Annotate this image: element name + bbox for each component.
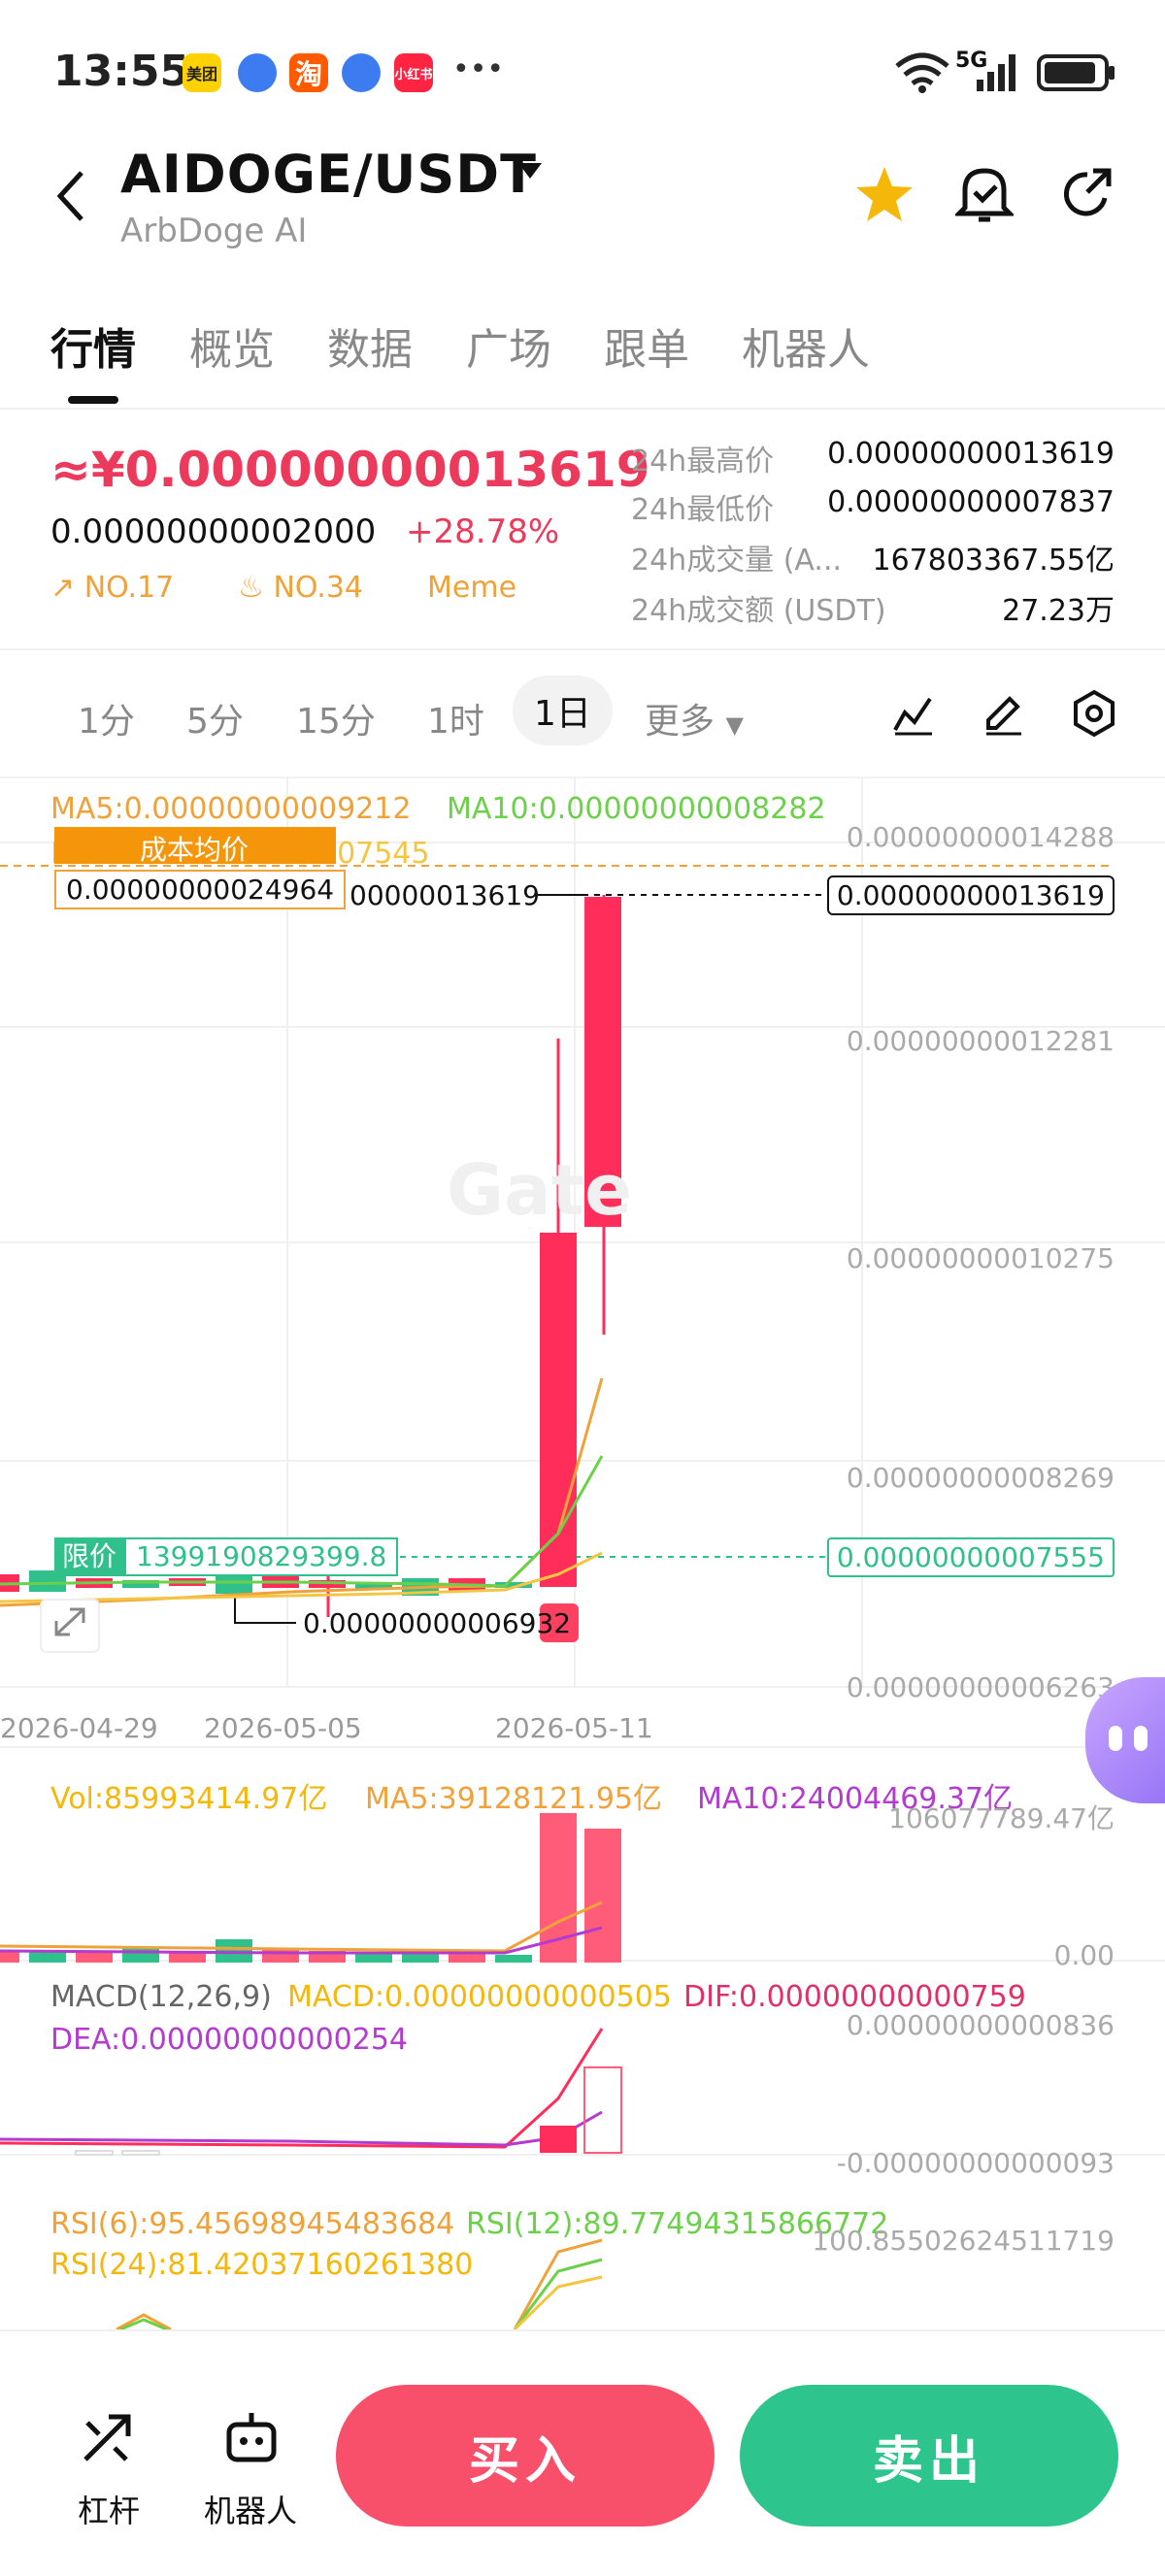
more-notifications-icon: •••	[452, 52, 505, 86]
bot-label[interactable]: 机器人	[204, 2487, 297, 2531]
wifi-icon	[895, 52, 949, 93]
limit-label: 限价	[54, 1537, 125, 1576]
draw-pencil-icon[interactable]	[981, 691, 1025, 736]
period-1m[interactable]: 1分	[78, 693, 135, 743]
sell-button[interactable]: 卖出	[740, 2385, 1118, 2526]
axis-label: 0.00000000008269	[846, 1462, 1115, 1494]
meituan-app-icon: 美团	[183, 53, 221, 92]
tab-copytrade[interactable]: 跟单	[604, 314, 689, 377]
xiaohongshu-app-icon: 小红书	[394, 53, 433, 92]
flame-icon: ♨	[238, 571, 264, 605]
vol-legend: Vol:85993414.97亿	[50, 1782, 328, 1816]
stat-low-label: 24h最低价	[631, 493, 775, 527]
macd-axis-top: 0.00000000000836	[846, 2009, 1115, 2041]
active-tab-indicator	[68, 396, 118, 404]
indicator-icon[interactable]	[891, 691, 936, 736]
stat-vol-label: 24h成交量 (A...	[631, 544, 843, 578]
pair-dropdown-icon[interactable]	[516, 161, 544, 181]
volume-bars	[0, 1813, 621, 1963]
price-last: 0.00000000002000	[50, 512, 377, 551]
bottom-action-bar: 杠杆 机器人 买入 卖出	[0, 2329, 1165, 2576]
main-tabs: 行情 概览 数据 广场 跟单 机器人	[0, 301, 1165, 410]
coin-full-name: ArbDoge AI	[120, 212, 308, 250]
stat-high-label: 24h最高价	[631, 445, 775, 479]
price-alert-icon[interactable]	[955, 163, 1014, 225]
limit-price-tag: 0.00000000007555	[826, 1537, 1115, 1577]
favorite-star-icon[interactable]	[854, 165, 915, 223]
robot-icon[interactable]	[223, 2409, 280, 2465]
pair-title[interactable]: AIDOGE/USDT	[120, 144, 537, 205]
period-more[interactable]: 更多 ▼	[645, 693, 744, 743]
rsi24-legend: RSI(24):81.42037160261380	[50, 2248, 474, 2282]
buy-button[interactable]: 买入	[336, 2385, 715, 2526]
period-1h[interactable]: 1时	[427, 693, 484, 743]
rank-trend-badge[interactable]: ↗ NO.17	[50, 571, 174, 605]
rsi-axis-top: 100.85502624511719	[812, 2225, 1115, 2257]
battery-icon	[1037, 54, 1115, 91]
axis-label: 0.00000000014288	[846, 821, 1115, 853]
candles	[0, 895, 621, 1617]
back-icon[interactable]	[50, 167, 89, 225]
ma5-legend: MA5:0.00000000009212	[50, 792, 412, 826]
high-price-tag: 0.00000000013619	[826, 875, 1115, 915]
period-1d[interactable]: 1日	[513, 676, 613, 745]
price-cny: ≈¥0.00000000013619	[50, 442, 650, 498]
period-15m[interactable]: 15分	[296, 693, 376, 743]
vol-axis-bottom: 0.00	[1053, 1939, 1115, 1971]
tab-overview[interactable]: 概览	[189, 314, 275, 377]
kline-chart-area[interactable]: Gate MA5:0.00000000009212 MA10:0.0000000…	[0, 776, 1165, 2329]
stat-amount-label: 24h成交额 (USDT)	[631, 594, 886, 628]
taobao-app-icon: 淘	[289, 53, 328, 92]
tab-bot[interactable]: 机器人	[742, 314, 870, 377]
candle	[216, 1574, 252, 1594]
cost-avg-label: 成本均价	[140, 834, 250, 866]
axis-label: 0.00000000006263	[846, 1671, 1115, 1703]
limit-amount: 1399190829399.8	[124, 1537, 399, 1576]
limit-order-tag[interactable]: 限价 1399190829399.8	[54, 1537, 399, 1576]
browser-app-icon	[238, 53, 277, 92]
signal-icon	[977, 54, 1015, 91]
stat-vol-value: 167803367.55亿	[872, 544, 1115, 578]
tab-market[interactable]: 行情	[50, 314, 136, 377]
trend-up-icon: ↗	[50, 571, 76, 605]
ma10-legend: MA10:0.00000000008282	[447, 792, 826, 826]
stat-high-value: 0.00000000013619	[827, 437, 1115, 471]
cost-avg-value[interactable]: 0.00000000024964	[54, 870, 347, 909]
date-label: 2026-05-11	[495, 1712, 653, 1744]
browser2-app-icon	[342, 53, 381, 92]
tab-square[interactable]: 广场	[466, 314, 551, 377]
vol-axis-top: 106077789.47亿	[888, 1802, 1115, 1834]
chevron-down-icon: ▼	[725, 711, 744, 739]
chart-settings-icon[interactable]	[1072, 689, 1116, 738]
period-selector: 1分 5分 15分 1时 1日 更多 ▼	[0, 648, 1165, 778]
axis-label: 0.00000000010275	[846, 1242, 1115, 1274]
price-change: +28.78%	[406, 512, 560, 551]
macd-axis-bottom: -0.00000000000093	[836, 2147, 1115, 2179]
high-marker-partial: 00000013619	[350, 879, 540, 911]
dea-value: DEA:0.00000000000254	[50, 2023, 408, 2057]
date-label: 2026-04-29	[0, 1712, 158, 1744]
assistant-eye-icon	[1134, 1726, 1148, 1751]
stat-low-value: 0.00000000007837	[827, 485, 1115, 519]
macd-value: MACD:0.00000000000505	[287, 1980, 672, 2014]
assistant-eye-icon	[1109, 1726, 1122, 1751]
share-icon[interactable]	[1058, 165, 1116, 223]
status-bar: 13:55 美团 淘 小红书 ••• 5G	[0, 0, 1165, 136]
stat-amount-value: 27.23万	[1002, 594, 1115, 628]
tab-data[interactable]: 数据	[327, 314, 413, 377]
status-time: 13:55	[53, 47, 190, 96]
vol-ma5-legend: MA5:39128121.95亿	[365, 1782, 663, 1816]
meme-tag[interactable]: Meme	[427, 571, 516, 605]
gate-watermark: Gate	[447, 1149, 632, 1231]
low-price-marker: 0.00000000006932	[303, 1607, 572, 1639]
leverage-label[interactable]: 杠杆	[78, 2487, 140, 2531]
date-label: 2026-05-05	[204, 1712, 362, 1744]
period-5m[interactable]: 5分	[186, 693, 244, 743]
leverage-icon[interactable]	[80, 2411, 134, 2465]
axis-label: 0.00000000012281	[846, 1025, 1115, 1057]
rank-hot-badge[interactable]: ♨ NO.34	[238, 571, 363, 605]
macd-title: MACD(12,26,9)	[50, 1980, 272, 2014]
rsi6-legend: RSI(6):95.45698945483684	[50, 2207, 455, 2241]
